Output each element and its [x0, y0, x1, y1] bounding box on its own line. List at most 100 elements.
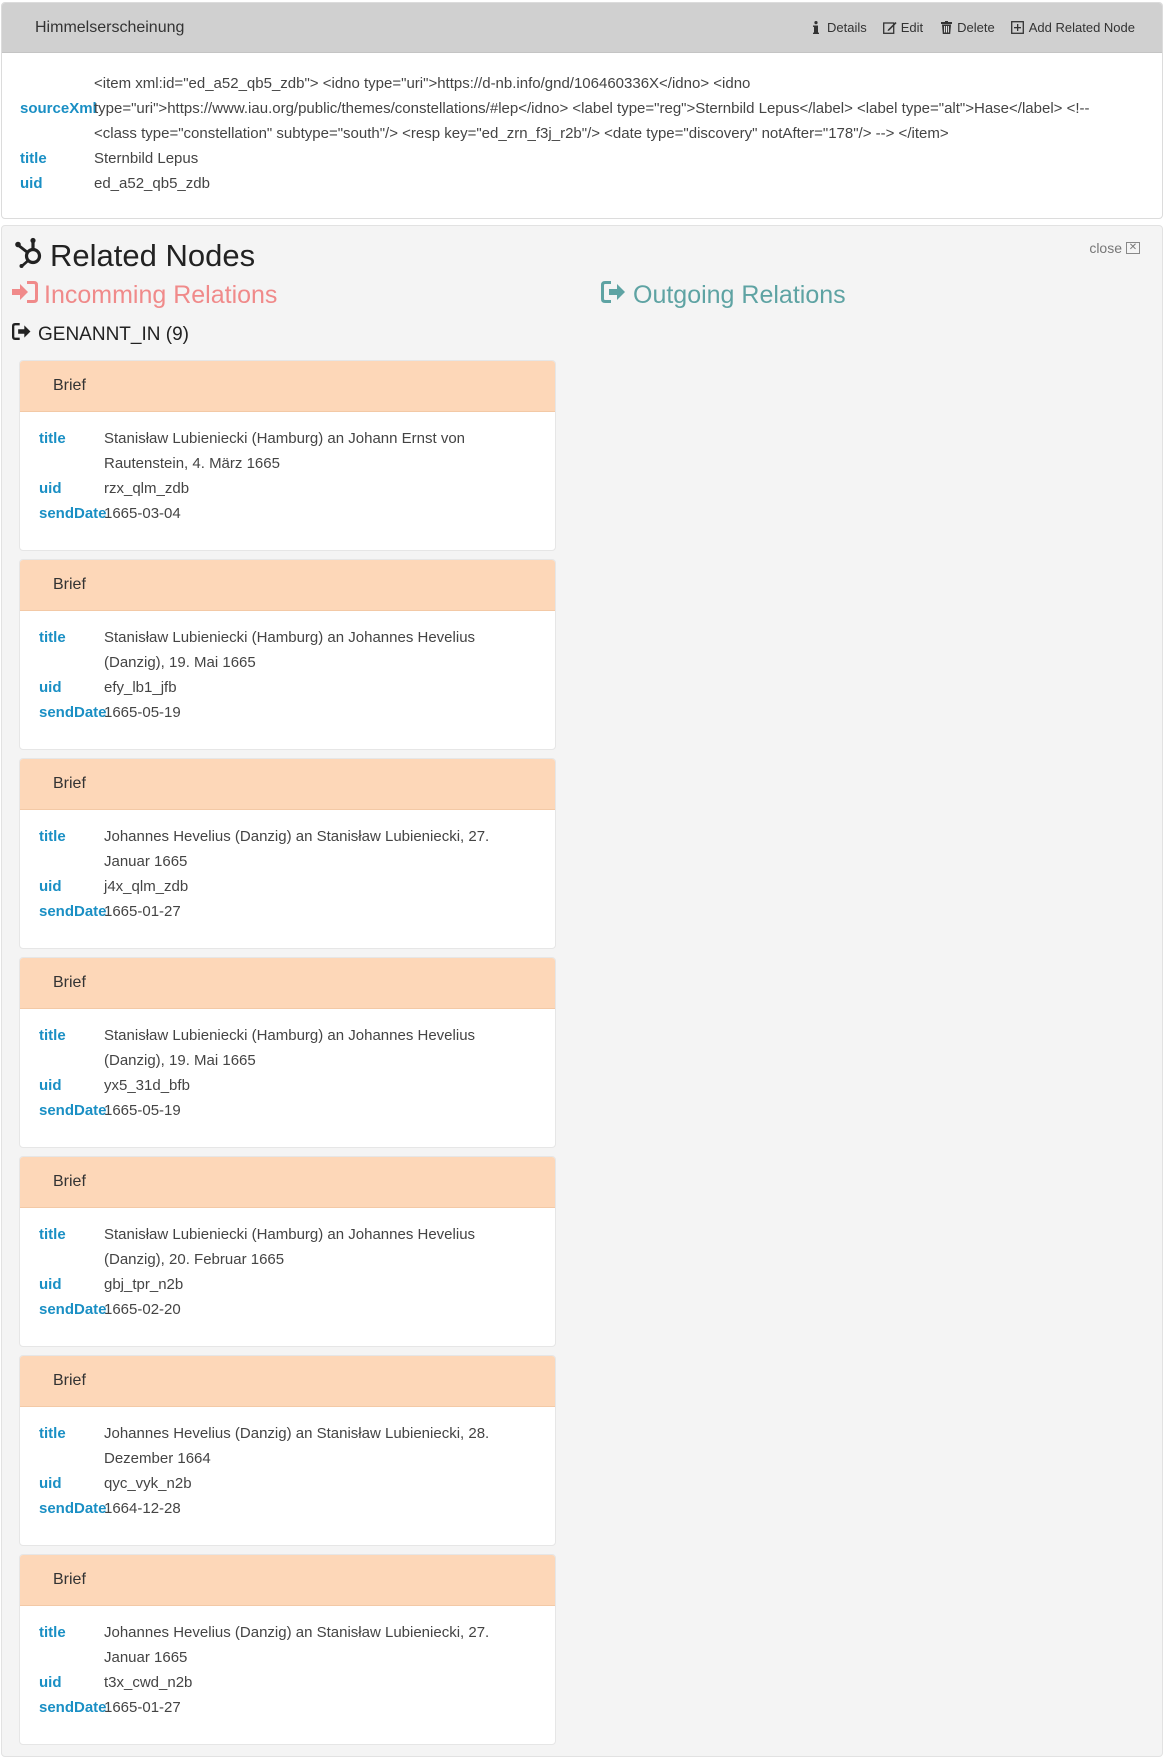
close-button[interactable]: close ✕ [1089, 240, 1140, 256]
card-body: title Stanisław Lubieniecki (Hamburg) an … [20, 1009, 555, 1123]
card-row-uid: uid rzx_qlm_zdb [20, 476, 555, 501]
card-key: title [39, 1027, 66, 1044]
prop-value-sourcexml: <item xml:id="ed_a52_qb5_zdb"> <idno typ… [94, 75, 1090, 142]
card-senddate: 1665-01-27 [104, 903, 181, 920]
card-key: title [39, 629, 66, 646]
close-icon: ✕ [1126, 242, 1140, 254]
close-label: close [1089, 240, 1122, 256]
card-header: Brief [20, 958, 555, 1009]
details-button[interactable]: Details [809, 20, 867, 35]
card-row-senddate: sendDate 1665-02-20 [20, 1297, 555, 1322]
related-nodes-panel: Related Nodes close ✕ Incomming Relation… [1, 225, 1163, 1757]
card-senddate: 1664-12-28 [104, 1500, 181, 1517]
card-senddate: 1665-05-19 [104, 704, 181, 721]
prop-value-title: Sternbild Lepus [94, 150, 199, 167]
card-key: sendDate [39, 1301, 107, 1318]
card-row-uid: uid yx5_31d_bfb [20, 1073, 555, 1098]
card-header: Brief [20, 1157, 555, 1208]
card-row-uid: uid j4x_qlm_zdb [20, 874, 555, 899]
card-row-title: title Johannes Hevelius (Danzig) an Stani… [20, 1620, 555, 1670]
sign-out-icon [601, 281, 627, 310]
card-row-senddate: sendDate 1665-01-27 [20, 1695, 555, 1720]
card-header: Brief [20, 560, 555, 611]
card-key: sendDate [39, 505, 107, 522]
prop-key: title [20, 150, 47, 167]
card-header: Brief [20, 361, 555, 412]
prop-row-uid: uid ed_a52_qb5_zdb [2, 171, 1162, 196]
node-properties: sourceXml <item xml:id="ed_a52_qb5_zdb">… [2, 53, 1162, 196]
relation-type-label: GENANNT_IN (9) [38, 323, 189, 345]
card-row-uid: uid efy_lb1_jfb [20, 675, 555, 700]
related-node-card[interactable]: Brief title Stanisław Lubieniecki (Hambur… [19, 360, 556, 551]
related-node-card[interactable]: Brief title Stanisław Lubieniecki (Hambur… [19, 1156, 556, 1347]
card-row-senddate: sendDate 1664-12-28 [20, 1496, 555, 1521]
card-header: Brief [20, 759, 555, 810]
related-node-card[interactable]: Brief title Johannes Hevelius (Danzig) an… [19, 758, 556, 949]
card-key: uid [39, 1475, 62, 1492]
edit-label: Edit [900, 20, 924, 35]
card-key: title [39, 1226, 66, 1243]
card-senddate: 1665-02-20 [104, 1301, 181, 1318]
add-related-node-label: Add Related Node [1028, 20, 1135, 35]
card-title: Stanisław Lubieniecki (Hamburg) an Johan… [104, 1226, 476, 1268]
card-uid: efy_lb1_jfb [104, 679, 177, 696]
card-title: Stanisław Lubieniecki (Hamburg) an Johan… [104, 430, 466, 472]
prop-key: uid [20, 175, 43, 192]
card-key: sendDate [39, 903, 107, 920]
related-node-card[interactable]: Brief title Johannes Hevelius (Danzig) an… [19, 1355, 556, 1546]
node-header: Himmelserscheinung Details Edit Delete A… [2, 3, 1162, 53]
card-body: title Johannes Hevelius (Danzig) an Stani… [20, 810, 555, 924]
prop-row-title: title Sternbild Lepus [2, 146, 1162, 171]
card-row-title: title Johannes Hevelius (Danzig) an Stani… [20, 824, 555, 874]
card-header: Brief [20, 1555, 555, 1606]
card-senddate: 1665-03-04 [104, 505, 181, 522]
related-node-card[interactable]: Brief title Johannes Hevelius (Danzig) an… [19, 1554, 556, 1745]
card-title: Stanisław Lubieniecki (Hamburg) an Johan… [104, 1027, 476, 1069]
card-row-uid: uid gbj_tpr_n2b [20, 1272, 555, 1297]
card-row-title: title Stanisław Lubieniecki (Hamburg) an … [20, 426, 555, 476]
relation-type-group[interactable]: GENANNT_IN (9) [12, 323, 189, 346]
card-key: sendDate [39, 1102, 107, 1119]
card-uid: rzx_qlm_zdb [104, 480, 190, 497]
card-senddate: 1665-01-27 [104, 1699, 181, 1716]
card-key: title [39, 828, 66, 845]
card-uid: yx5_31d_bfb [104, 1077, 190, 1094]
node-title: Himmelserscheinung [35, 18, 185, 36]
card-title: Stanisław Lubieniecki (Hamburg) an Johan… [104, 629, 476, 671]
card-key: title [39, 1624, 66, 1641]
card-row-title: title Stanisław Lubieniecki (Hamburg) an … [20, 625, 555, 675]
card-body: title Johannes Hevelius (Danzig) an Stani… [20, 1606, 555, 1720]
card-body: title Stanisław Lubieniecki (Hamburg) an … [20, 611, 555, 725]
card-row-title: title Johannes Hevelius (Danzig) an Stani… [20, 1421, 555, 1471]
delete-button[interactable]: Delete [939, 20, 995, 35]
card-row-senddate: sendDate 1665-01-27 [20, 899, 555, 924]
hubspot-icon [14, 236, 44, 276]
card-key: uid [39, 1674, 62, 1691]
card-row-senddate: sendDate 1665-05-19 [20, 1098, 555, 1123]
card-row-senddate: sendDate 1665-03-04 [20, 501, 555, 526]
related-node-card[interactable]: Brief title Stanisław Lubieniecki (Hambur… [19, 559, 556, 750]
plus-square-icon [1011, 21, 1025, 35]
card-key: title [39, 1425, 66, 1442]
card-row-uid: uid t3x_cwd_n2b [20, 1670, 555, 1695]
add-related-node-button[interactable]: Add Related Node [1011, 20, 1135, 35]
card-key: uid [39, 1276, 62, 1293]
card-uid: gbj_tpr_n2b [104, 1276, 184, 1293]
edit-button[interactable]: Edit [882, 20, 924, 35]
card-key: sendDate [39, 1500, 107, 1517]
details-label: Details [827, 20, 867, 35]
related-node-card[interactable]: Brief title Stanisław Lubieniecki (Hambur… [19, 957, 556, 1148]
card-key: sendDate [39, 1699, 107, 1716]
outgoing-relations-heading: Outgoing Relations [601, 281, 846, 310]
sign-out-icon [12, 323, 32, 346]
card-uid: j4x_qlm_zdb [104, 878, 189, 895]
related-nodes-heading: Related Nodes [50, 238, 256, 273]
info-icon [809, 21, 823, 35]
card-title: Johannes Hevelius (Danzig) an Stanisław … [104, 1624, 490, 1666]
card-row-title: title Stanisław Lubieniecki (Hamburg) an … [20, 1222, 555, 1272]
edit-icon [882, 21, 897, 35]
card-key: uid [39, 480, 62, 497]
card-key: sendDate [39, 704, 107, 721]
related-node-list: Brief title Stanisław Lubieniecki (Hambur… [19, 360, 556, 1753]
card-key: uid [39, 679, 62, 696]
